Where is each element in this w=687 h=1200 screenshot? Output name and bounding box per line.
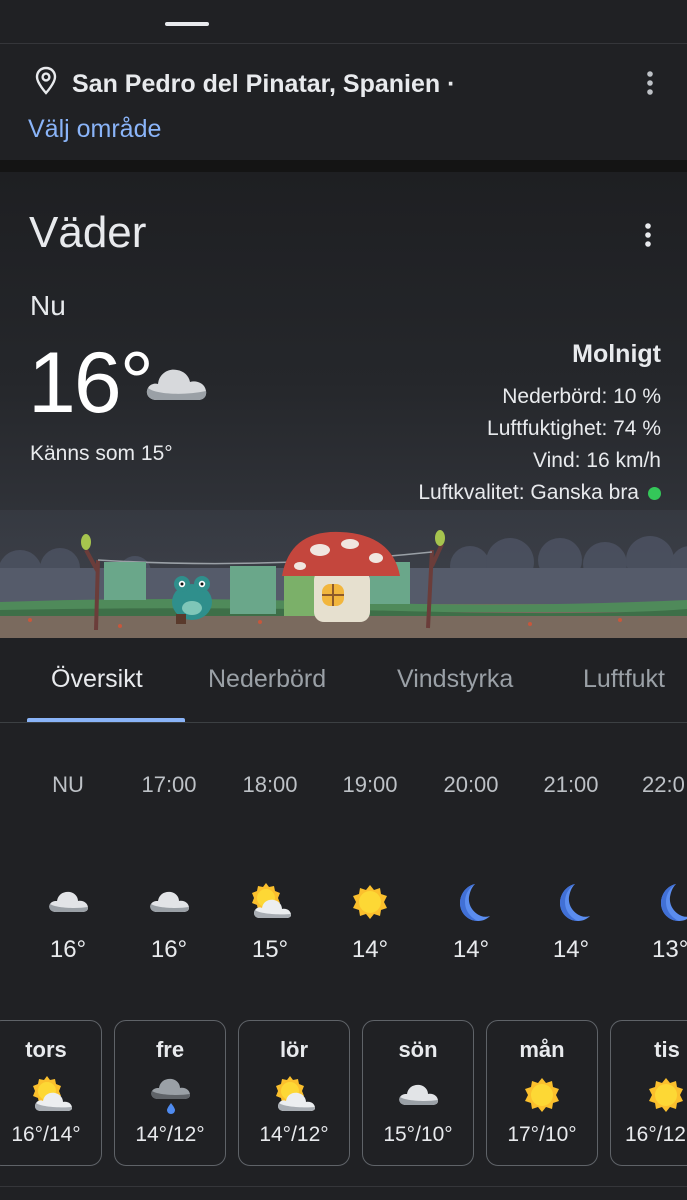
day-card[interactable]: lör 14°/12° bbox=[238, 1020, 350, 1166]
air-quality-text: Luftkvalitet: Ganska bra bbox=[418, 481, 639, 504]
tab-divider bbox=[0, 722, 687, 723]
tab-wind[interactable]: Vindstyrka bbox=[397, 665, 513, 694]
day-temperature-range: 16°/12 bbox=[625, 1123, 686, 1146]
hourly-item: 22:0 13° bbox=[622, 724, 687, 1004]
condition-label: Molnigt bbox=[572, 340, 661, 368]
day-temperature-range: 14°/12° bbox=[135, 1123, 205, 1146]
cloud-icon bbox=[147, 880, 191, 924]
weather-card: Väder Nu 16° Känns som 15° Molnigt Neder… bbox=[0, 172, 687, 638]
day-temperature-range: 14°/12° bbox=[259, 1123, 329, 1146]
day-name: fre bbox=[155, 1037, 185, 1062]
hour-temperature: 14° bbox=[552, 936, 590, 963]
tab-humidity[interactable]: Luftfukt bbox=[583, 665, 665, 694]
current-temperature: 16° bbox=[28, 335, 154, 431]
day-name: mån bbox=[519, 1037, 565, 1062]
moon-icon bbox=[549, 880, 593, 924]
hour-temperature: 16° bbox=[49, 936, 87, 963]
day-card[interactable]: tis 16°/12 bbox=[610, 1020, 687, 1166]
more-options-icon[interactable] bbox=[640, 68, 660, 98]
bottom-divider bbox=[0, 1186, 687, 1187]
hour-temperature: 15° bbox=[251, 936, 289, 963]
day-name: tors bbox=[25, 1037, 67, 1062]
day-card[interactable]: tors 16°/14° bbox=[0, 1020, 102, 1166]
hour-time: 20:00 bbox=[443, 772, 499, 797]
sun-icon bbox=[520, 1073, 564, 1117]
partly-sunny-icon bbox=[248, 880, 292, 924]
air-quality-status-dot bbox=[648, 486, 661, 500]
drag-handle[interactable] bbox=[165, 22, 209, 26]
weather-title: Väder bbox=[29, 208, 147, 257]
hourly-forecast[interactable]: NU 16° 17:00 16° 18:00 15° 19:00 14° 20:… bbox=[0, 724, 687, 1004]
location-card: San Pedro del Pinatar, Spanien · Välj om… bbox=[0, 44, 687, 160]
moon-icon bbox=[650, 880, 687, 924]
day-card[interactable]: fre 14°/12° bbox=[114, 1020, 226, 1166]
hour-temperature: 14° bbox=[452, 936, 490, 963]
hourly-item: 21:00 14° bbox=[521, 724, 621, 1004]
hour-time: 21:00 bbox=[543, 772, 599, 797]
day-card[interactable]: mån 17°/10° bbox=[486, 1020, 598, 1166]
day-name: lör bbox=[279, 1037, 309, 1062]
sun-icon bbox=[644, 1073, 687, 1117]
humidity-detail: Luftfuktighet: 74 % bbox=[487, 417, 661, 440]
tab-overview[interactable]: Översikt bbox=[51, 665, 143, 694]
partly-sunny-icon bbox=[272, 1073, 316, 1117]
rain-icon bbox=[148, 1073, 192, 1117]
hour-temperature: 16° bbox=[150, 936, 188, 963]
hourly-item: 20:00 14° bbox=[421, 724, 521, 1004]
partly-sunny-icon bbox=[29, 1073, 73, 1117]
hour-temperature: 14° bbox=[351, 936, 389, 963]
day-name: sön bbox=[398, 1037, 438, 1062]
hourly-item: 17:00 16° bbox=[119, 724, 219, 1004]
hourly-item: 18:00 15° bbox=[220, 724, 320, 1004]
cloudy-icon bbox=[146, 369, 207, 400]
hour-temperature: 13° bbox=[652, 936, 687, 963]
air-quality-detail: Luftkvalitet: Ganska bra bbox=[418, 481, 661, 505]
day-card[interactable]: sön 15°/10° bbox=[362, 1020, 474, 1166]
now-label: Nu bbox=[30, 290, 66, 321]
section-separator bbox=[0, 160, 687, 172]
sun-icon bbox=[348, 880, 392, 924]
tab-bar: Översikt Nederbörd Vindstyrka Luftfukt bbox=[0, 638, 687, 724]
hour-time: NU bbox=[52, 772, 84, 797]
precipitation-detail: Nederbörd: 10 % bbox=[502, 385, 661, 408]
weather-illustration bbox=[0, 510, 687, 638]
daily-forecast[interactable]: tors 16°/14° fre 14°/12° lör 14°/12° sön… bbox=[0, 1020, 687, 1168]
day-temperature-range: 16°/14° bbox=[11, 1123, 81, 1146]
feels-like: Känns som 15° bbox=[30, 442, 173, 465]
location-pin-icon bbox=[35, 66, 57, 95]
location-name: San Pedro del Pinatar, Spanien · bbox=[72, 70, 456, 98]
tab-precipitation[interactable]: Nederbörd bbox=[208, 665, 326, 694]
hour-time: 17:00 bbox=[141, 772, 197, 797]
day-name: tis bbox=[654, 1037, 680, 1062]
day-temperature-range: 17°/10° bbox=[507, 1123, 577, 1146]
hour-time: 19:00 bbox=[342, 772, 398, 797]
hourly-item: NU 16° bbox=[18, 724, 118, 1004]
cloud-icon bbox=[46, 880, 90, 924]
moon-icon bbox=[449, 880, 493, 924]
choose-area-link[interactable]: Välj område bbox=[28, 115, 161, 144]
weather-more-options-icon[interactable] bbox=[638, 220, 658, 250]
hour-time: 22:0 bbox=[642, 772, 685, 797]
day-temperature-range: 15°/10° bbox=[383, 1123, 453, 1146]
hourly-item: 19:00 14° bbox=[320, 724, 420, 1004]
top-bar bbox=[0, 0, 687, 44]
wind-detail: Vind: 16 km/h bbox=[532, 449, 661, 472]
cloud-icon bbox=[396, 1073, 440, 1117]
hour-time: 18:00 bbox=[242, 772, 298, 797]
